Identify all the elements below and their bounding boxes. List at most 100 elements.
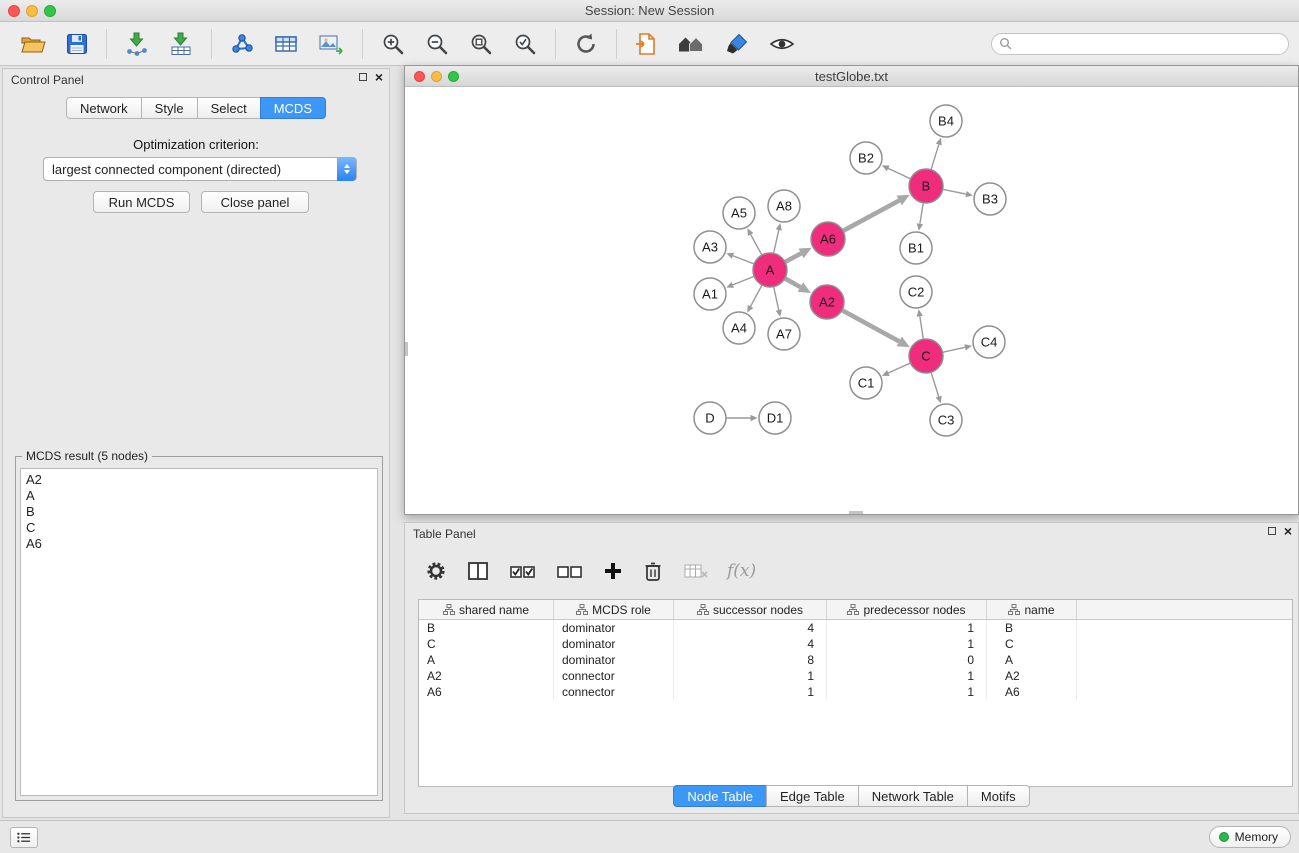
- select-all-icon[interactable]: [507, 559, 538, 583]
- zoom-selected-icon[interactable]: [509, 28, 541, 60]
- memory-button[interactable]: Memory: [1209, 826, 1291, 848]
- graph-node-B1[interactable]: B1: [900, 232, 932, 264]
- table-row[interactable]: Adominator80A: [419, 652, 1292, 668]
- mcds-result-list[interactable]: A2ABCA6: [20, 468, 378, 796]
- column-header-name[interactable]: name: [987, 600, 1077, 619]
- column-browser-icon[interactable]: [465, 559, 491, 583]
- show-graphics-details-icon[interactable]: [765, 28, 799, 60]
- graph-node-A6[interactable]: A6: [811, 222, 845, 256]
- mcds-result-item[interactable]: A: [26, 488, 377, 504]
- open-session-icon[interactable]: [16, 28, 50, 60]
- close-panel-button[interactable]: Close panel: [201, 191, 309, 213]
- graph-edge-B-B2[interactable]: [882, 165, 910, 178]
- function-builder-icon[interactable]: f(x): [727, 561, 756, 581]
- delete-table-icon[interactable]: [681, 559, 711, 583]
- zoom-in-icon[interactable]: [377, 28, 409, 60]
- graph-edge-C-C3[interactable]: [931, 373, 942, 404]
- float-table-panel-icon[interactable]: [1268, 527, 1276, 535]
- task-history-icon[interactable]: [10, 827, 38, 848]
- graph-node-B3[interactable]: B3: [974, 183, 1006, 215]
- graph-edge-A-A3[interactable]: [726, 253, 753, 264]
- mcds-result-item[interactable]: C: [26, 520, 377, 536]
- horizontal-scroll-hint[interactable]: [849, 511, 863, 514]
- graph-node-A8[interactable]: A8: [768, 190, 800, 222]
- zoom-fit-icon[interactable]: [465, 28, 497, 60]
- table-settings-gear-icon[interactable]: [423, 558, 449, 584]
- graph-node-A7[interactable]: A7: [768, 318, 800, 350]
- graph-edge-C-C4[interactable]: [943, 344, 972, 352]
- deselect-all-icon[interactable]: [554, 559, 585, 583]
- close-table-panel-icon[interactable]: ×: [1284, 526, 1292, 536]
- graph-node-D[interactable]: D: [694, 402, 726, 434]
- graph-node-A1[interactable]: A1: [694, 278, 726, 310]
- graph-edge-B-B3[interactable]: [943, 189, 973, 197]
- column-header-shared-name[interactable]: shared name: [419, 600, 554, 619]
- import-network-icon[interactable]: [121, 28, 153, 60]
- table-row[interactable]: A2connector11A2: [419, 668, 1292, 684]
- import-file-icon[interactable]: [631, 28, 661, 60]
- graph-node-B2[interactable]: B2: [850, 142, 882, 174]
- close-panel-icon[interactable]: ×: [375, 72, 383, 82]
- graph-edge-A6-B[interactable]: [843, 195, 909, 231]
- graph-node-A[interactable]: A: [753, 253, 787, 287]
- graph-node-C2[interactable]: C2: [900, 276, 932, 308]
- graph-node-A2[interactable]: A2: [810, 285, 844, 319]
- graph-node-B4[interactable]: B4: [930, 105, 962, 137]
- graph-edge-A-A1[interactable]: [726, 276, 754, 287]
- tab-edge-table[interactable]: Edge Table: [766, 785, 859, 807]
- graph-edge-B-B1[interactable]: [917, 203, 923, 230]
- mcds-result-item[interactable]: B: [26, 504, 377, 520]
- column-header-mcds-role[interactable]: MCDS role: [554, 600, 674, 619]
- graph-node-A3[interactable]: A3: [694, 231, 726, 263]
- graph-edge-B-B4[interactable]: [931, 138, 942, 170]
- column-header-predecessor-nodes[interactable]: predecessor nodes: [827, 600, 987, 619]
- graph-edge-C-C1[interactable]: [882, 363, 910, 376]
- graph-node-A5[interactable]: A5: [723, 197, 755, 229]
- style-brush-icon[interactable]: [721, 28, 753, 60]
- tab-motifs[interactable]: Motifs: [967, 785, 1030, 807]
- run-mcds-button[interactable]: Run MCDS: [93, 191, 190, 213]
- tab-mcds[interactable]: MCDS: [260, 97, 326, 119]
- graph-edge-A-A6[interactable]: [785, 248, 811, 262]
- table-row[interactable]: A6connector11A6: [419, 684, 1292, 700]
- zoom-out-icon[interactable]: [421, 28, 453, 60]
- search-input[interactable]: [991, 33, 1289, 55]
- tab-network-table[interactable]: Network Table: [858, 785, 968, 807]
- graph-node-D1[interactable]: D1: [759, 402, 791, 434]
- graph-node-C3[interactable]: C3: [930, 404, 962, 436]
- mcds-result-item[interactable]: A6: [26, 536, 377, 552]
- tab-network[interactable]: Network: [66, 97, 142, 119]
- new-table-icon[interactable]: [270, 28, 302, 60]
- graph-node-A4[interactable]: A4: [723, 312, 755, 344]
- graph-edge-D-D1[interactable]: [727, 415, 758, 421]
- vertical-scroll-hint[interactable]: [405, 342, 408, 356]
- refresh-icon[interactable]: [570, 28, 602, 60]
- new-network-icon[interactable]: [226, 28, 258, 60]
- save-session-icon[interactable]: [62, 28, 92, 60]
- graph-edge-A-A4[interactable]: [747, 285, 762, 312]
- mcds-result-item[interactable]: A2: [26, 472, 377, 488]
- graph-node-B[interactable]: B: [909, 169, 943, 203]
- tab-node-table[interactable]: Node Table: [673, 785, 767, 807]
- tab-select[interactable]: Select: [197, 97, 261, 119]
- network-window-titlebar[interactable]: testGlobe.txt: [405, 66, 1298, 87]
- table-row[interactable]: Cdominator41C: [419, 636, 1292, 652]
- network-canvas[interactable]: B4B2BB3A5A8A6B1A3AC2A1A2A4A7CC4C1C3DD1: [405, 87, 1298, 514]
- graph-edge-A2-C[interactable]: [842, 310, 909, 347]
- import-table-icon[interactable]: [165, 28, 197, 60]
- home-icon[interactable]: [673, 28, 709, 60]
- graph-node-C[interactable]: C: [909, 339, 943, 373]
- export-image-icon[interactable]: [314, 28, 348, 60]
- float-panel-icon[interactable]: [359, 73, 367, 81]
- delete-icon[interactable]: [641, 558, 665, 584]
- table-row[interactable]: Bdominator41B: [419, 620, 1292, 636]
- graph-edge-C-C2[interactable]: [917, 309, 924, 338]
- column-header-successor-nodes[interactable]: successor nodes: [674, 600, 827, 619]
- graph-node-C4[interactable]: C4: [973, 326, 1005, 358]
- graph-edge-A-A8[interactable]: [774, 223, 782, 253]
- add-icon[interactable]: [601, 559, 625, 583]
- graph-edge-A-A2[interactable]: [785, 279, 811, 293]
- graph-edge-A-A5[interactable]: [747, 228, 761, 254]
- graph-edge-A-A7[interactable]: [774, 287, 782, 317]
- criterion-dropdown[interactable]: largest connected component (directed): [43, 157, 357, 181]
